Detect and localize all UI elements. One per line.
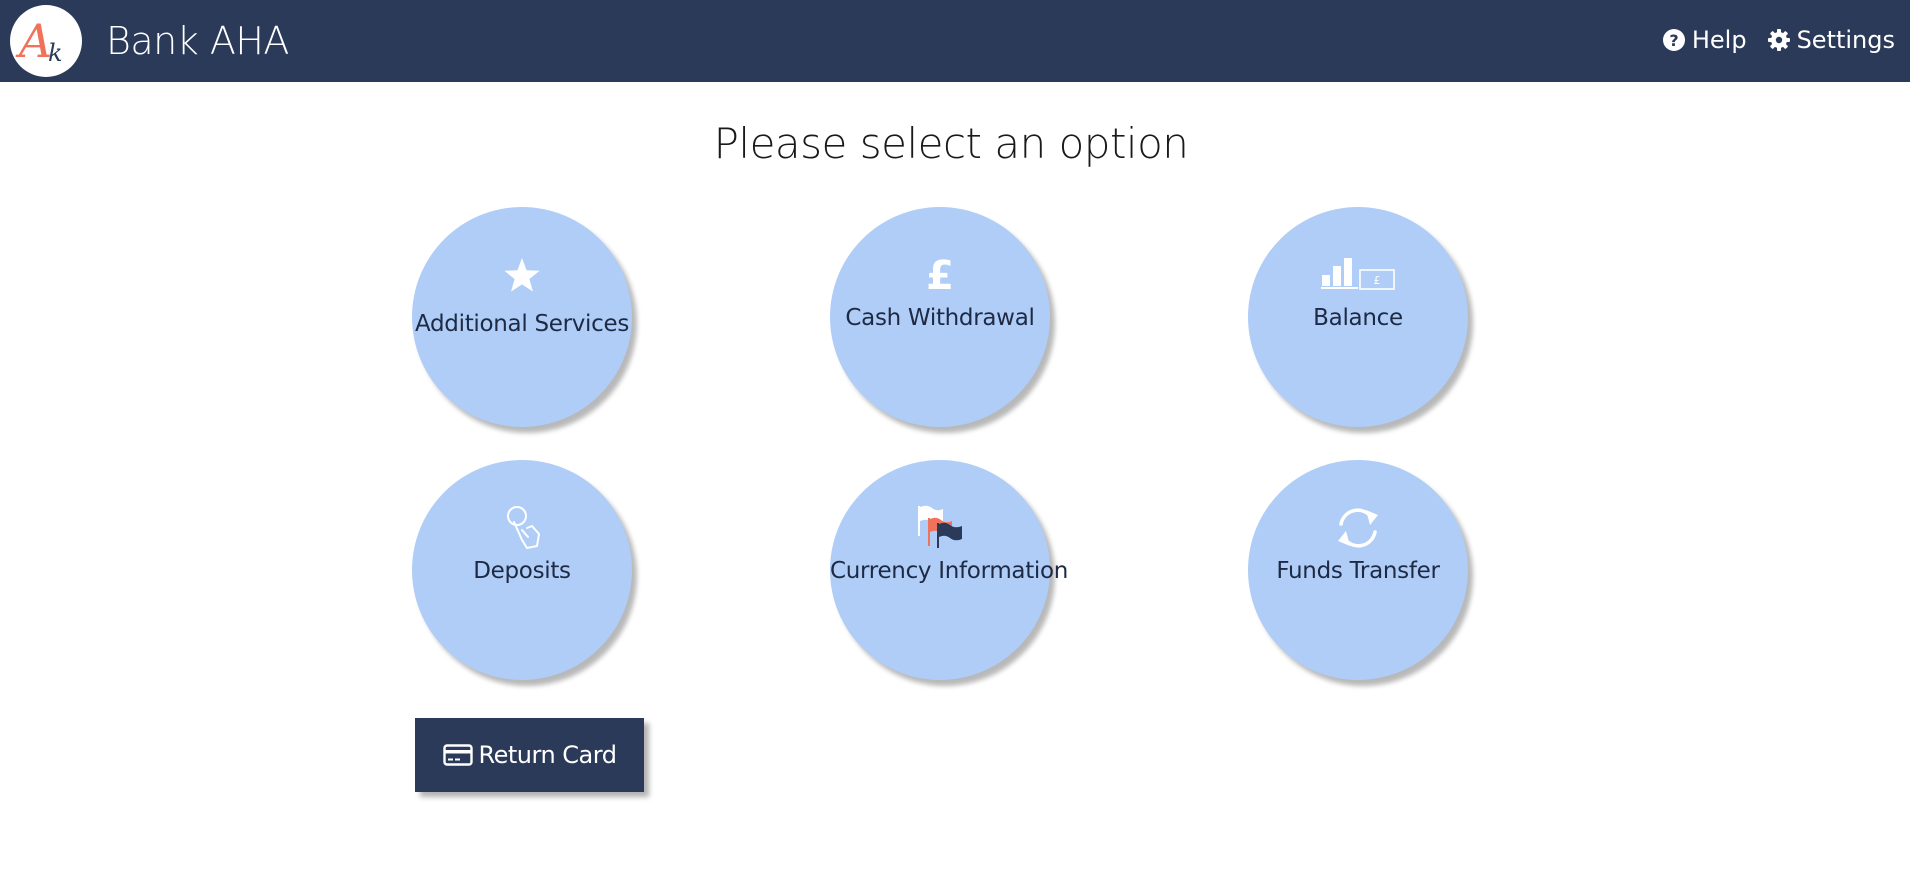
deposits-button[interactable]: Deposits — [412, 460, 632, 680]
bank-logo[interactable]: A k — [10, 5, 82, 77]
balance-button[interactable]: £ Balance — [1248, 207, 1468, 427]
settings-link[interactable]: Settings — [1767, 22, 1895, 58]
svg-text:£: £ — [926, 253, 954, 293]
cash-withdrawal-button[interactable]: £ Cash Withdrawal — [830, 207, 1050, 427]
settings-label: Settings — [1796, 26, 1895, 54]
additional-services-label: Additional Services — [414, 311, 630, 337]
logo-monogram-icon: A k — [15, 14, 63, 68]
page-title: Please select an option — [713, 119, 1189, 168]
currency-information-button[interactable]: Currency Information — [830, 460, 1069, 680]
balance-label: Balance — [1313, 305, 1403, 331]
header-actions: ? Help Settings — [1662, 22, 1895, 58]
hand-coin-icon — [507, 506, 540, 549]
star-icon — [504, 258, 540, 292]
bar-chart-banknote-icon: £ — [1321, 258, 1395, 290]
gear-icon — [1767, 29, 1790, 51]
question-circle-icon: ? — [1662, 29, 1685, 51]
refresh-arrows-icon — [1338, 508, 1378, 548]
svg-text:?: ? — [1669, 31, 1678, 50]
help-label: Help — [1691, 26, 1747, 54]
flags-icon — [918, 505, 962, 548]
help-link[interactable]: ? Help — [1662, 22, 1747, 58]
svg-text:£: £ — [1374, 274, 1381, 287]
credit-card-icon — [442, 744, 473, 766]
svg-text:A: A — [15, 14, 52, 68]
deposits-label: Deposits — [473, 558, 571, 584]
currency-information-label: Currency Information — [830, 558, 1069, 584]
additional-services-button[interactable]: Additional Services — [412, 207, 632, 427]
return-card-button[interactable]: Return Card — [415, 718, 644, 792]
app-title: Bank AHA — [106, 19, 289, 63]
funds-transfer-label: Funds Transfer — [1276, 558, 1440, 584]
funds-transfer-button[interactable]: Funds Transfer — [1248, 460, 1468, 680]
pound-sign-icon: £ — [926, 253, 954, 293]
top-bar: A k Bank AHA ? Help Settings — [0, 0, 1910, 82]
cash-withdrawal-label: Cash Withdrawal — [845, 305, 1035, 331]
return-card-label: Return Card — [478, 741, 617, 769]
svg-text:k: k — [48, 39, 63, 67]
